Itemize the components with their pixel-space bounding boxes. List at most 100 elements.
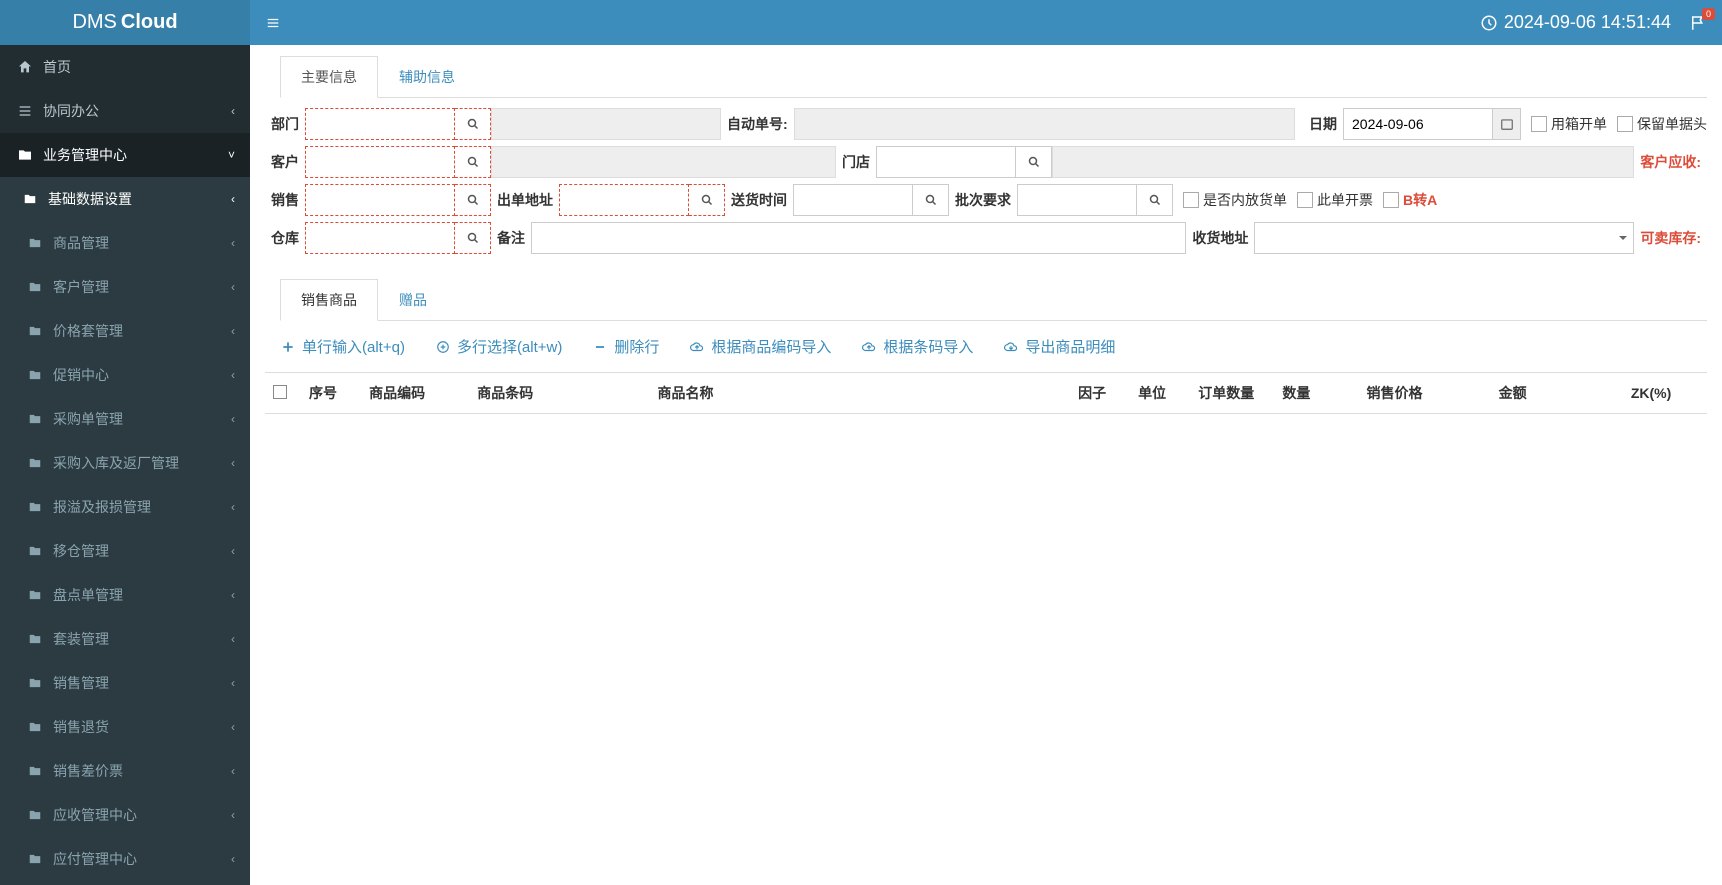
action-bar: 单行输入(alt+q) 多行选择(alt+w) 删除行 根据商品编码导入 根据条… [265,321,1707,372]
col-6: 订单数量 [1190,373,1274,414]
search-customer-button[interactable] [455,146,491,178]
chevron-left-icon: ‹ [231,456,235,470]
sidebar-item-11[interactable]: 销售退货‹ [0,705,250,749]
search-dept-button[interactable] [455,108,491,140]
label-auto-no: 自动单号: [721,114,794,134]
plus-circle-icon [435,339,451,355]
label-sales: 销售 [265,190,305,210]
calendar-button[interactable] [1493,108,1521,140]
label-dept: 部门 [265,114,305,134]
folder-icon [25,456,45,470]
input-store[interactable] [876,146,1016,178]
action-export-detail[interactable]: 导出商品明细 [1003,336,1115,357]
sidebar-item-label: 采购单管理 [53,409,123,429]
checkbox-b-to-a[interactable] [1383,192,1399,208]
checkbox-this-invoice[interactable] [1297,192,1313,208]
input-remark[interactable] [531,222,1186,254]
search-warehouse-button[interactable] [455,222,491,254]
sidebar-item-2[interactable]: 价格套管理‹ [0,309,250,353]
nav-base-data[interactable]: 基础数据设置 ‹ [0,177,250,221]
label-this-invoice: 此单开票 [1317,190,1373,210]
sidebar-item-label: 销售退货 [53,717,109,737]
sidebar-item-label: 盘点单管理 [53,585,123,605]
sidebar-item-14[interactable]: 应付管理中心‹ [0,837,250,881]
input-date[interactable] [1343,108,1493,140]
checkbox-keep-header[interactable] [1617,116,1633,132]
folder-icon [25,500,45,514]
action-multi-select[interactable]: 多行选择(alt+w) [435,336,562,357]
search-batch-req-button[interactable] [1137,184,1173,216]
label-warehouse: 仓库 [265,228,305,248]
search-ship-addr-button[interactable] [689,184,725,216]
tab-sale-goods[interactable]: 销售商品 [280,279,378,321]
input-deliver-time[interactable] [793,184,913,216]
sidebar-item-6[interactable]: 报溢及报损管理‹ [0,485,250,529]
select-recv-addr[interactable] [1254,222,1634,254]
folder-icon [25,632,45,646]
sidebar-item-1[interactable]: 客户管理‹ [0,265,250,309]
col-0: 序号 [301,373,361,414]
folder-icon [25,236,45,250]
sidebar-item-label: 应收管理中心 [53,805,137,825]
nav-home[interactable]: 首页 [0,45,250,89]
input-ship-addr[interactable] [559,184,689,216]
action-import-by-code[interactable]: 根据商品编码导入 [689,336,831,357]
chevron-left-icon: ‹ [231,808,235,822]
notification-flag[interactable]: 0 [1689,14,1707,32]
sidebar-item-5[interactable]: 采购入库及返厂管理‹ [0,441,250,485]
label-store: 门店 [836,152,876,172]
goods-table: 序号商品编码商品条码商品名称因子单位订单数量数量销售价格金额ZK(%) [265,372,1707,414]
menu-toggle-icon[interactable] [265,16,281,30]
input-warehouse[interactable] [305,222,455,254]
clock-display: 2024-09-06 14:51:44 [1480,12,1671,33]
chevron-left-icon: ‹ [231,236,235,250]
col-3: 商品名称 [650,373,1071,414]
input-sales[interactable] [305,184,455,216]
label-internal-release: 是否内放货单 [1203,190,1287,210]
action-import-by-barcode[interactable]: 根据条码导入 [861,336,973,357]
input-dept[interactable] [305,108,455,140]
chevron-left-icon: ‹ [231,852,235,866]
calendar-icon [1500,117,1514,131]
search-deliver-time-button[interactable] [913,184,949,216]
tab-aux-info[interactable]: 辅助信息 [378,56,476,98]
sidebar-item-4[interactable]: 采购单管理 ‹ [0,397,250,441]
sidebar-item-15[interactable]: WMS业务管理‹ [0,881,250,885]
nav-base-data-label: 基础数据设置 [48,189,132,209]
search-icon [701,194,713,206]
tab-main-info[interactable]: 主要信息 [280,56,378,98]
sidebar-item-13[interactable]: 应收管理中心 ‹ [0,793,250,837]
search-store-button[interactable] [1016,146,1052,178]
sidebar-item-9[interactable]: 套装管理‹ [0,617,250,661]
input-customer[interactable] [305,146,455,178]
nav-home-label: 首页 [43,57,71,77]
input-batch-req[interactable] [1017,184,1137,216]
search-icon [1028,156,1040,168]
brand-logo: DMS Cloud [0,0,250,45]
table-select-all-checkbox[interactable] [273,385,287,399]
checkbox-internal-release[interactable] [1183,192,1199,208]
search-sales-button[interactable] [455,184,491,216]
nav-biz-center[interactable]: 业务管理中心 ˅ [0,133,250,177]
sidebar-item-label: 促销中心 [53,365,109,385]
sidebar-item-8[interactable]: 盘点单管理‹ [0,573,250,617]
sidebar-item-7[interactable]: 移仓管理‹ [0,529,250,573]
action-single-input[interactable]: 单行输入(alt+q) [280,336,405,357]
sidebar-item-0[interactable]: 商品管理‹ [0,221,250,265]
tab-gifts[interactable]: 赠品 [378,279,448,321]
action-delete-row[interactable]: 删除行 [592,336,659,357]
nav-sub-items: 商品管理‹客户管理‹价格套管理‹促销中心‹采购单管理‹采购入库及返厂管理‹报溢及… [0,221,250,885]
sidebar-item-10[interactable]: 销售管理‹ [0,661,250,705]
col-2: 商品条码 [469,373,649,414]
search-icon [467,232,479,244]
sidebar-item-label: 销售差价票 [53,761,123,781]
nav-collab[interactable]: 协同办公 ‹ [0,89,250,133]
chevron-left-icon: ‹ [231,412,235,426]
sidebar-item-3[interactable]: 促销中心‹ [0,353,250,397]
label-date: 日期 [1303,114,1343,134]
checkbox-box-order[interactable] [1531,116,1547,132]
auto-no-display [794,108,1295,140]
sidebar-item-12[interactable]: 销售差价票‹ [0,749,250,793]
minus-icon [592,339,608,355]
label-batch-req: 批次要求 [949,190,1017,210]
